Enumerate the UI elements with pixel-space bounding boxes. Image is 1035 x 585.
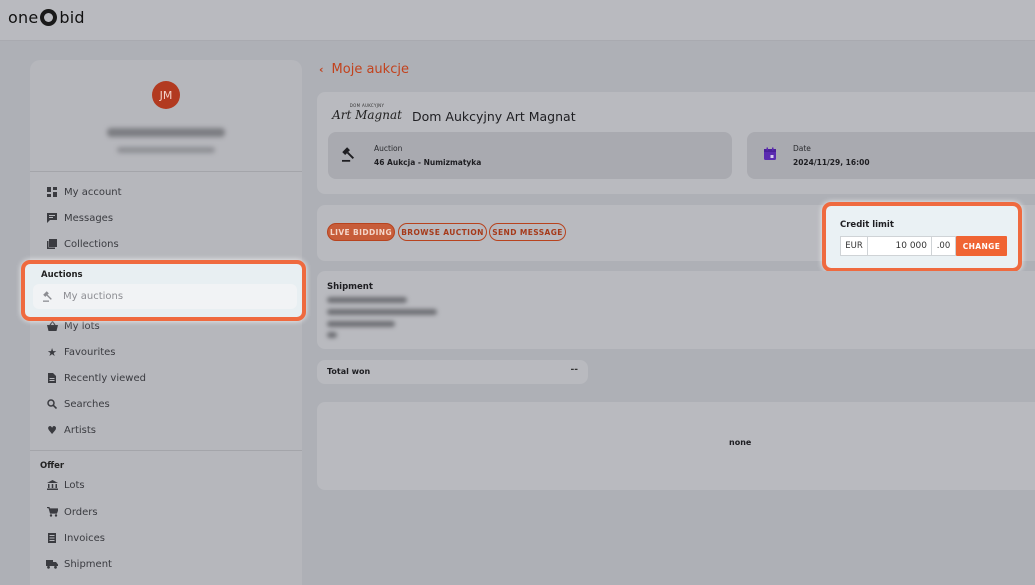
sidebar-item-invoices[interactable]: Invoices — [40, 526, 290, 550]
bank-icon — [40, 480, 64, 490]
total-won-label: Total won — [327, 367, 371, 376]
auction-info-box: Auction 46 Aukcja - Numizmatyka — [328, 132, 732, 179]
sidebar-item-label: Artists — [64, 424, 96, 436]
sidebar-item-label: Shipment — [64, 558, 112, 570]
onebid-logo[interactable]: one bid — [8, 8, 85, 27]
basket-icon — [40, 321, 64, 331]
sidebar-item-label: My account — [64, 186, 122, 198]
auction-house-logo: DOM AUKCYJNY Art Magnat — [329, 103, 405, 127]
sidebar-item-searches[interactable]: Searches — [40, 392, 290, 416]
heart-icon: ♥ — [47, 423, 57, 437]
shipment-card: Shipment — [317, 271, 1035, 349]
logo-mark-icon — [40, 9, 58, 26]
sidebar-item-my-account[interactable]: My account — [40, 180, 290, 204]
sidebar-divider — [30, 171, 302, 172]
total-won-card: Total won -- — [317, 360, 588, 384]
sidebar-item-label: My auctions — [63, 291, 124, 302]
sidebar-item-orders[interactable]: Orders — [40, 500, 290, 524]
sidebar-item-favourites[interactable]: ★ Favourites — [40, 340, 290, 364]
logo-script-text: Art Magnat — [332, 108, 402, 122]
credit-decimals-field: .00 — [932, 236, 956, 256]
auction-value: 46 Aukcja - Numizmatyka — [374, 158, 482, 167]
total-won-value: -- — [570, 365, 578, 375]
auctions-section-highlight: Auctions My auctions — [21, 260, 306, 321]
date-value: 2024/11/29, 16:00 — [793, 158, 870, 167]
date-info-box: Date 2024/11/29, 16:00 — [747, 132, 1035, 179]
document-icon — [40, 373, 64, 383]
empty-list-text: none — [729, 438, 752, 447]
sidebar-item-lots[interactable]: Lots — [40, 473, 290, 497]
calendar-icon — [763, 146, 777, 165]
won-lots-list: none — [317, 402, 1035, 490]
sidebar-item-label: Collections — [64, 238, 119, 250]
sidebar-item-label: My lots — [64, 320, 100, 332]
sidebar-item-my-auctions[interactable]: My auctions — [33, 284, 297, 309]
shipment-address-redacted — [327, 309, 437, 315]
date-label: Date — [793, 144, 811, 153]
sidebar-item-collections[interactable]: Collections — [40, 232, 290, 256]
sidebar-item-label: Lots — [64, 479, 85, 491]
auction-label: Auction — [374, 144, 403, 153]
user-name-redacted — [107, 128, 225, 137]
logo-text-left: one — [8, 8, 39, 27]
gavel-icon — [342, 147, 357, 166]
auction-house-name[interactable]: Dom Aukcyjny Art Magnat — [412, 109, 576, 124]
sidebar-heading-auctions: Auctions — [41, 270, 83, 280]
sidebar-item-shipment[interactable]: Shipment — [40, 552, 290, 576]
send-message-button[interactable]: SEND MESSAGE — [489, 223, 566, 241]
avatar[interactable]: JM — [152, 81, 180, 109]
sidebar-item-label: Recently viewed — [64, 372, 146, 384]
sidebar-item-messages[interactable]: Messages — [40, 206, 290, 230]
search-icon — [40, 399, 64, 409]
sidebar-item-label: Invoices — [64, 532, 105, 544]
sidebar-item-label: Messages — [64, 212, 114, 224]
user-email-redacted — [117, 147, 215, 153]
shipment-address-redacted — [327, 332, 337, 338]
sidebar-item-label: Favourites — [64, 346, 116, 358]
live-bidding-button[interactable]: LIVE BIDDING — [327, 223, 395, 241]
credit-limit-row: EUR 10 000 .00 CHANGE — [840, 236, 1010, 256]
sidebar-item-label: Orders — [64, 506, 98, 518]
back-link[interactable]: ‹ Moje aukcje — [319, 62, 409, 77]
sidebar-divider — [30, 450, 302, 451]
currency-field[interactable]: EUR — [840, 236, 868, 256]
change-credit-button[interactable]: CHANGE — [956, 236, 1007, 256]
cart-icon — [40, 507, 64, 517]
collections-icon — [40, 239, 64, 249]
shipment-address-redacted — [327, 297, 407, 303]
gavel-icon — [33, 291, 63, 302]
credit-amount-field[interactable]: 10 000 — [868, 236, 932, 256]
dashboard-icon — [40, 187, 64, 197]
star-icon: ★ — [47, 345, 57, 359]
auction-house-card: DOM AUKCYJNY Art Magnat Dom Aukcyjny Art… — [317, 92, 1035, 194]
sidebar: JM My account Messages Collections My lo… — [30, 60, 302, 585]
browse-auction-button[interactable]: BROWSE AUCTION — [398, 223, 487, 241]
sidebar-item-recently-viewed[interactable]: Recently viewed — [40, 366, 290, 390]
shipment-title: Shipment — [327, 282, 373, 292]
credit-limit-title: Credit limit — [840, 220, 894, 230]
message-icon — [40, 213, 64, 223]
logo-text-right: bid — [59, 8, 85, 27]
truck-icon — [40, 559, 64, 569]
sidebar-heading-offer: Offer — [40, 461, 65, 471]
credit-limit-highlight: Credit limit EUR 10 000 .00 CHANGE — [822, 202, 1022, 272]
shipment-address-redacted — [327, 321, 395, 327]
chevron-left-icon: ‹ — [319, 63, 324, 76]
invoice-icon — [40, 533, 64, 543]
sidebar-item-artists[interactable]: ♥ Artists — [40, 418, 290, 442]
sidebar-item-label: Searches — [64, 398, 110, 410]
top-bar: one bid — [0, 0, 1035, 41]
back-link-label: Moje aukcje — [331, 62, 409, 77]
